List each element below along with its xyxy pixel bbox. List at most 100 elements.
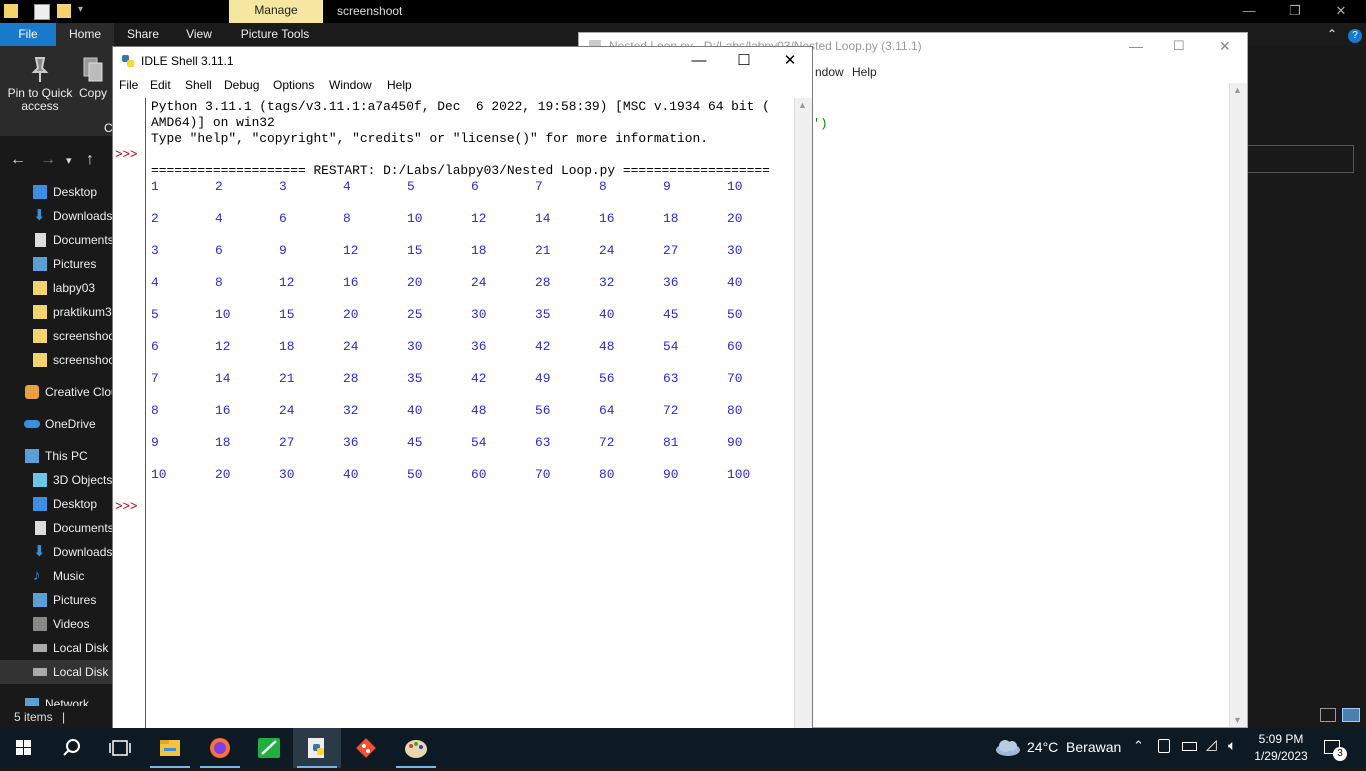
- sidebar-item-documents[interactable]: Documents: [0, 228, 112, 252]
- taskbar-app-green[interactable]: [245, 728, 293, 768]
- sidebar-item-this-pc[interactable]: This PC: [0, 444, 112, 468]
- idle-icon: [308, 738, 324, 758]
- tab-view[interactable]: View: [176, 23, 222, 46]
- new-folder-icon[interactable]: [57, 4, 71, 18]
- output-cell: 35: [407, 371, 423, 386]
- sidebar-item-documents-pc[interactable]: Documents: [0, 516, 112, 540]
- output-cell: 18: [471, 243, 487, 258]
- scroll-down-icon[interactable]: ▼: [1233, 715, 1242, 725]
- maximize-icon[interactable]: ☐: [721, 47, 767, 75]
- menu-debug[interactable]: Debug: [224, 78, 259, 92]
- sidebar-item-desktop[interactable]: Desktop: [0, 180, 112, 204]
- menu-file[interactable]: File: [119, 78, 138, 92]
- copy-button[interactable]: Copy: [78, 56, 108, 100]
- forward-arrow-icon[interactable]: →: [40, 151, 56, 169]
- menu-options[interactable]: Options: [273, 78, 314, 92]
- shell-text-area[interactable]: Python 3.11.1 (tags/v3.11.1:a7a450f, Dec…: [146, 98, 794, 728]
- close-icon[interactable]: ✕: [767, 47, 813, 75]
- manage-tab[interactable]: Manage: [229, 0, 323, 23]
- output-cell: 5: [407, 179, 415, 194]
- sidebar-item-videos[interactable]: Videos: [0, 612, 112, 636]
- taskbar-firefox[interactable]: [196, 728, 244, 768]
- scroll-up-icon[interactable]: ▲: [798, 100, 807, 110]
- output-cell: 35: [535, 307, 551, 322]
- sidebar-item-creative-cloud[interactable]: Creative Cloud: [0, 380, 112, 404]
- details-view-icon[interactable]: [1320, 708, 1336, 722]
- restore-icon[interactable]: ❐: [1272, 0, 1318, 23]
- sidebar-item-desktop-pc[interactable]: Desktop: [0, 492, 112, 516]
- sidebar-item-music[interactable]: ♪ Music: [0, 564, 112, 588]
- menu-window[interactable]: ndow: [815, 61, 844, 83]
- start-button[interactable]: [0, 728, 48, 768]
- sidebar-item-screenshoot-2[interactable]: screenshoot: [0, 348, 112, 372]
- tab-file[interactable]: File: [0, 23, 56, 46]
- search-button[interactable]: [48, 728, 96, 768]
- pin-to-quick-access-button[interactable]: Pin to Quick access: [4, 56, 76, 113]
- task-view-button[interactable]: [96, 728, 144, 768]
- tab-home[interactable]: Home: [56, 23, 114, 46]
- sidebar-item-downloads[interactable]: ⬇ Downloads: [0, 204, 112, 228]
- sidebar-item-screenshoot[interactable]: screenshoot: [0, 324, 112, 348]
- device-icon[interactable]: [1158, 739, 1170, 753]
- sidebar-item-3d-objects[interactable]: 3D Objects: [0, 468, 112, 492]
- minimize-icon[interactable]: —: [1129, 33, 1143, 59]
- taskbar-file-explorer[interactable]: [146, 728, 194, 768]
- minimize-icon[interactable]: —: [1226, 0, 1272, 23]
- close-icon[interactable]: ✕: [1219, 33, 1231, 59]
- pictures-icon: [33, 257, 47, 271]
- sidebar-item-local-disk-c[interactable]: Local Disk (C:): [0, 636, 112, 660]
- tab-picture-tools[interactable]: Picture Tools: [232, 23, 318, 46]
- chevron-up-icon[interactable]: ⌃: [1322, 23, 1342, 46]
- volume-icon[interactable]: 🔈︎: [1228, 737, 1236, 754]
- sidebar-label: Local Disk (D:): [53, 665, 112, 679]
- close-icon[interactable]: ✕: [1318, 0, 1364, 23]
- minimize-icon[interactable]: —: [676, 47, 722, 75]
- menu-help[interactable]: Help: [852, 61, 877, 83]
- output-cell: 12: [343, 243, 359, 258]
- search-icon: [63, 739, 80, 756]
- maximize-icon[interactable]: ☐: [1173, 33, 1185, 59]
- menu-edit[interactable]: Edit: [150, 78, 171, 92]
- sidebar-item-labpy03[interactable]: labpy03: [0, 276, 112, 300]
- wifi-icon[interactable]: ◿: [1206, 736, 1217, 753]
- taskbar-idle[interactable]: [293, 728, 341, 768]
- output-cell: 63: [663, 371, 679, 386]
- battery-icon[interactable]: [1182, 742, 1197, 751]
- sidebar-item-pictures[interactable]: Pictures: [0, 252, 112, 276]
- editor-scrollbar[interactable]: ▲ ▼: [1229, 83, 1247, 727]
- shell-scrollbar[interactable]: ▲: [794, 98, 812, 728]
- sidebar-label: Music: [53, 569, 85, 583]
- chevron-down-icon[interactable]: ▾: [78, 4, 88, 18]
- back-arrow-icon[interactable]: ←: [10, 151, 26, 169]
- sidebar-item-pictures-pc[interactable]: Pictures: [0, 588, 112, 612]
- sidebar-item-onedrive[interactable]: OneDrive: [0, 412, 112, 436]
- clock[interactable]: 5:09 PM 1/29/2023: [1248, 731, 1314, 765]
- properties-icon[interactable]: [34, 4, 50, 20]
- tab-share[interactable]: Share: [120, 23, 166, 46]
- chevron-up-icon[interactable]: ⌃: [1133, 738, 1144, 754]
- menu-help[interactable]: Help: [387, 78, 412, 92]
- output-cell: 14: [535, 211, 551, 226]
- taskbar-paint[interactable]: [392, 728, 440, 768]
- sidebar-item-praktikum3[interactable]: praktikum3: [0, 300, 112, 324]
- help-icon[interactable]: ?: [1346, 23, 1364, 46]
- scroll-up-icon[interactable]: ▲: [1233, 85, 1242, 95]
- ribbon-fragment: C: [104, 122, 112, 135]
- sidebar-item-downloads-pc[interactable]: ⬇ Downloads: [0, 540, 112, 564]
- taskbar-git[interactable]: [342, 728, 390, 768]
- output-cell: 21: [279, 371, 295, 386]
- up-arrow-icon[interactable]: ↑: [86, 151, 94, 169]
- output-cell: 70: [535, 467, 551, 482]
- folder-icon: [33, 353, 47, 367]
- output-cell: 36: [343, 435, 359, 450]
- output-cell: 1: [151, 179, 159, 194]
- menu-window[interactable]: Window: [329, 78, 372, 92]
- sidebar-item-local-disk-d[interactable]: Local Disk (D:): [0, 660, 112, 684]
- large-icons-view-icon[interactable]: [1342, 708, 1360, 722]
- sidebar-item-network[interactable]: Network: [0, 692, 112, 706]
- search-input[interactable]: [1247, 145, 1354, 173]
- menu-shell[interactable]: Shell: [185, 78, 212, 92]
- recent-chevron-icon[interactable]: ▾: [66, 154, 72, 167]
- idle-shell-window[interactable]: IDLE Shell 3.11.1 — ☐ ✕ File Edit Shell …: [112, 46, 813, 728]
- sidebar-label: Creative Cloud: [45, 385, 112, 399]
